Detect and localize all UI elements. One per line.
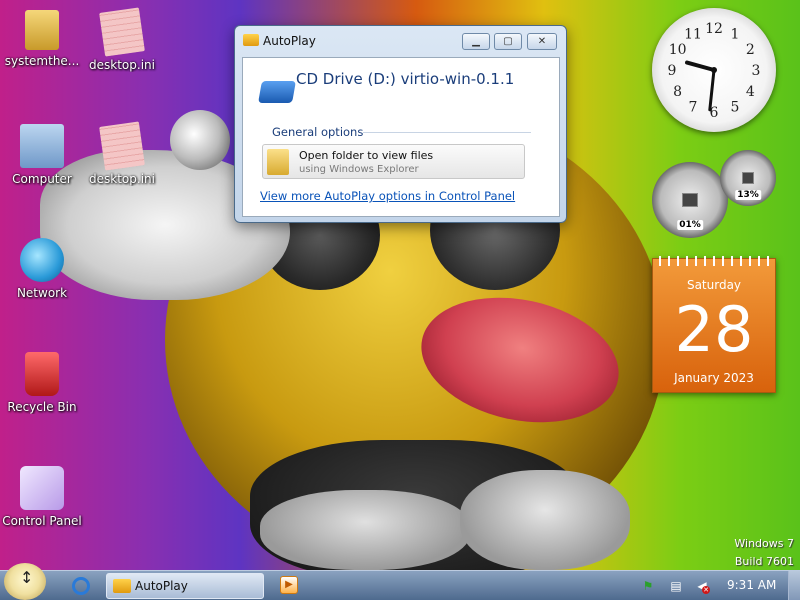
clock-number: 7 [689,99,698,115]
clock-number: 1 [731,27,740,43]
cpu-usage-value: 01% [677,220,703,230]
calendar-gadget[interactable]: Saturday 28 January 2023 [652,256,776,393]
desktop-icon-control-panel[interactable]: Control Panel [0,466,84,528]
memory-usage-value: 13% [735,190,761,200]
desktop-icon-label: desktop.ini [89,172,155,186]
computer-icon [20,124,64,168]
start-orb-icon: ↕ [20,568,34,587]
clock-number: 11 [684,27,702,43]
desktop-icon-label: systemthe... [4,54,80,68]
taskbar: AutoPlay ▶ ⚑ ▤ ◀ ✕ 9:31 AM [0,570,800,600]
control-panel-icon [20,466,64,510]
clock-face: 12 1234567891011 [668,21,761,121]
desktop-icon-label: Computer [12,172,72,186]
folder-icon [25,10,59,50]
autoplay-icon [113,579,131,593]
media-player-taskbar-button[interactable]: ▶ [280,576,298,594]
desktop-icon-label: Control Panel [2,514,82,528]
cpu-gauge: 01% [652,162,728,238]
maximize-button[interactable]: ▢ [494,33,522,50]
wallpaper-microphone [170,110,230,170]
start-button[interactable]: ↕ [4,563,46,600]
clock-number: 5 [731,99,740,115]
drive-title: CD Drive (D:) virtio-win-0.1.1 [296,70,515,88]
wallpaper-left-shoe [260,490,470,570]
desktop-icon-computer[interactable]: Computer [0,124,84,186]
memory-chip-icon [742,172,754,184]
network-tray-icon[interactable]: ▤ [668,578,684,594]
desktop-icon-network[interactable]: Network [0,238,84,300]
calendar-date: 28 [674,293,754,366]
recycle-bin-icon [25,352,59,396]
close-button[interactable]: ✕ [527,33,557,50]
internet-explorer-taskbar-button[interactable] [66,575,96,597]
cpu-meter-gadget[interactable]: 01% 13% [652,150,776,240]
clock-number: 9 [668,63,677,79]
window-title: AutoPlay [263,34,316,48]
window-content: CD Drive (D:) virtio-win-0.1.1 General o… [242,57,560,217]
control-panel-link[interactable]: View more AutoPlay options in Control Pa… [260,189,515,203]
clock-number: 3 [752,63,761,79]
desktop-icon-label: Network [16,286,68,300]
autoplay-taskbar-button[interactable]: AutoPlay [106,573,264,599]
action-center-flag-icon[interactable]: ⚑ [640,578,656,594]
clock-hour-hand [685,60,716,72]
autoplay-icon [243,34,259,46]
general-options-heading: General options [272,125,364,139]
taskbar-clock[interactable]: 9:31 AM [727,578,776,592]
desktop-icon-systemthemes[interactable]: systemthe... [0,10,84,68]
calendar-rings [659,256,771,266]
window-titlebar[interactable]: AutoPlay ▁ ▢ ✕ [235,26,566,56]
clock-number: 4 [746,84,755,100]
autoplay-window: AutoPlay ▁ ▢ ✕ CD Drive (D:) virtio-win-… [234,25,567,223]
cd-drive-icon [258,81,296,103]
desktop-icon-desktop-ini-1[interactable]: desktop.ini [80,7,164,72]
calendar-day-name: Saturday [686,278,742,292]
clock-number: 10 [669,42,687,58]
taskbar-task-label: AutoPlay [135,579,188,593]
ini-file-icon [99,121,145,171]
open-folder-option[interactable]: Open folder to view files using Windows … [262,144,525,179]
folder-icon [267,149,289,175]
network-icon [20,238,64,282]
calendar-month-year: January 2023 [674,371,754,385]
internet-explorer-icon [72,577,90,595]
desktop-icon-desktop-ini-2[interactable]: desktop.ini [80,121,164,186]
clock-center-pin [711,67,717,73]
memory-gauge: 13% [720,150,776,206]
clock-gadget[interactable]: 12 1 2 3 4 5 6 7 8 9 10 11 [652,8,776,132]
clock-number: 8 [673,84,682,100]
desktop-icon-label: desktop.ini [89,58,155,72]
minimize-button[interactable]: ▁ [462,33,490,50]
cpu-chip-icon [682,193,698,207]
desktop-icon-label: Recycle Bin [7,400,77,414]
wallpaper-right-shoe [460,470,630,570]
option-label: Open folder to view files [299,149,434,162]
system-tray: ⚑ ▤ ◀ ✕ [640,576,720,596]
build-number-watermark: Build 7601 [734,555,794,568]
clock-number: 12 [705,21,723,37]
option-sublabel: using Windows Explorer [299,164,419,175]
group-divider [363,132,531,133]
clock-minute-hand [708,68,716,112]
windows-version-watermark: Windows 7 [734,537,794,550]
ini-file-icon [99,7,145,57]
desktop-icon-recycle-bin[interactable]: Recycle Bin [0,352,84,414]
clock-number: 2 [746,42,755,58]
mute-indicator-icon: ✕ [702,586,710,594]
show-desktop-button[interactable] [788,571,800,600]
